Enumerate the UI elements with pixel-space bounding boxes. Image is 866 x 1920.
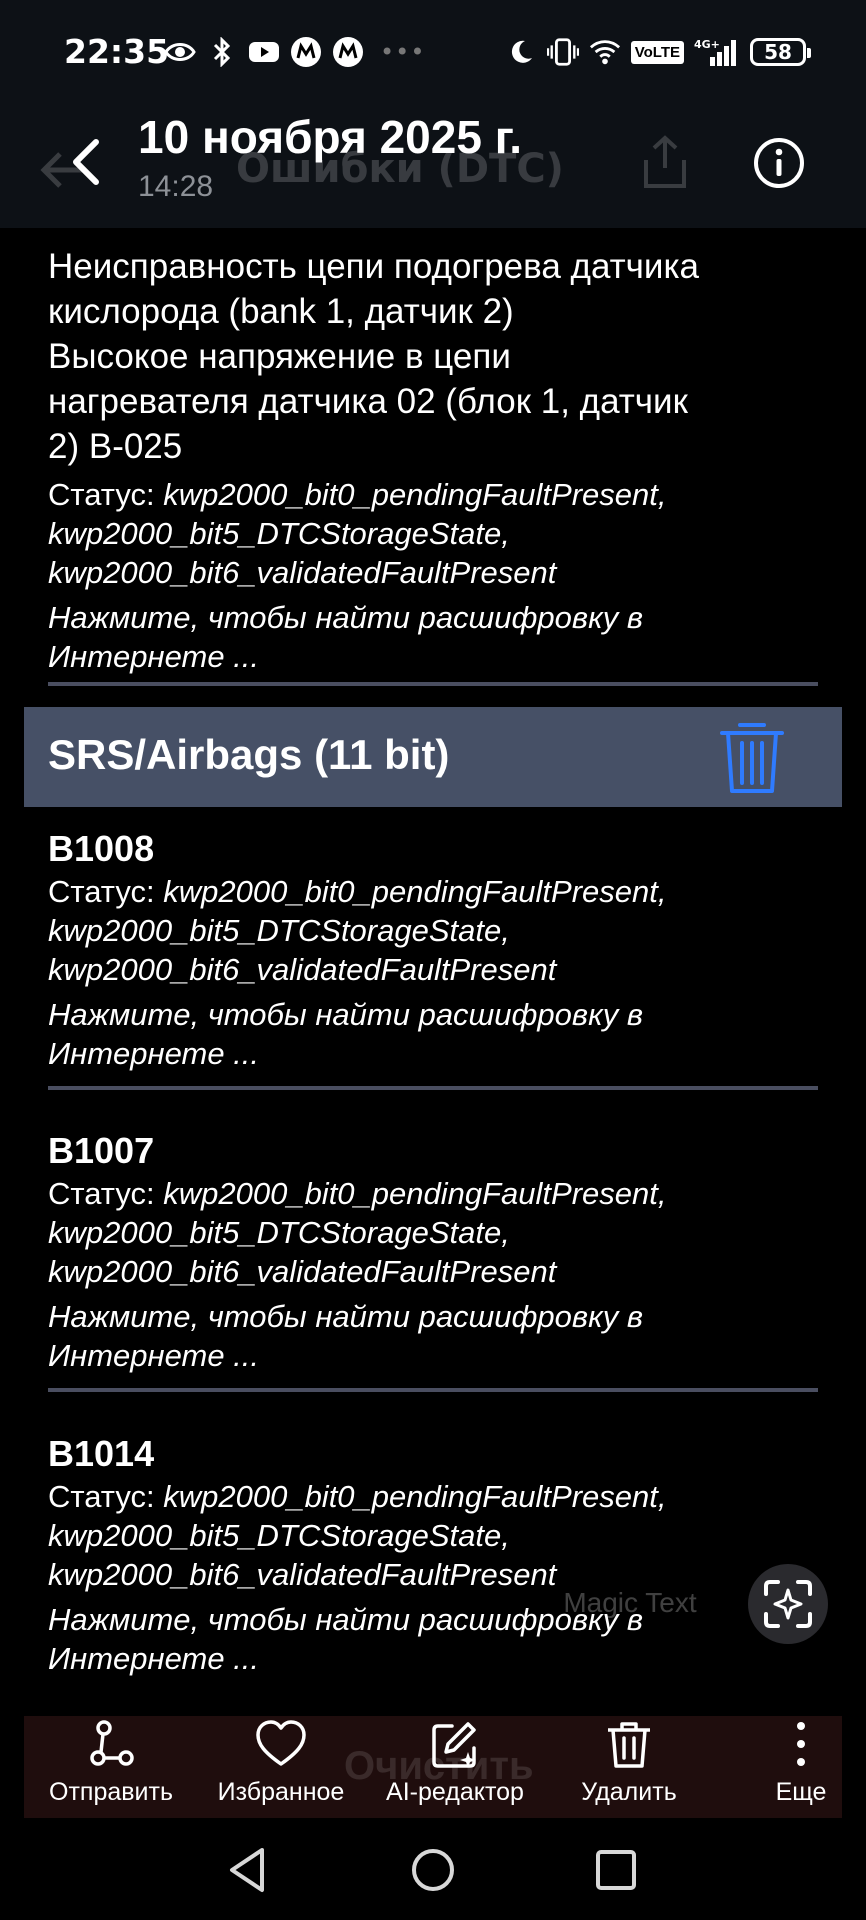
wifi-icon xyxy=(589,36,621,68)
more-notifications-icon: ••• xyxy=(380,38,426,66)
ghost-share-icon xyxy=(644,135,686,188)
system-nav-bar xyxy=(0,1818,866,1920)
delete-button[interactable]: Удалить xyxy=(544,1716,714,1818)
m-app-icon xyxy=(290,36,322,68)
dtc-code: B1007 xyxy=(48,1130,155,1171)
magic-text-button[interactable] xyxy=(748,1564,828,1644)
trash-icon xyxy=(608,1722,650,1768)
status-left-icons: ••• xyxy=(164,36,425,68)
search-online-link[interactable]: Нажмите, чтобы найти расшифровку в Интер… xyxy=(48,995,818,1073)
more-label: Еще xyxy=(775,1778,827,1806)
ai-editor-button[interactable]: AI-редактор xyxy=(370,1716,540,1818)
section-header-srs: SRS/Airbags (11 bit) xyxy=(24,707,842,807)
chevron-left-icon xyxy=(73,139,99,185)
ai-editor-label: AI-редактор xyxy=(386,1778,524,1806)
divider xyxy=(48,682,818,686)
delete-label: Удалить xyxy=(581,1778,677,1806)
magic-text-label: Magic Text xyxy=(563,1587,697,1618)
back-button[interactable] xyxy=(58,132,118,192)
dtc-status: Статус: kwp2000_bit0_pendingFaultPresent… xyxy=(48,874,667,987)
dtc-entry[interactable]: B1014 Статус: kwp2000_bit0_pendingFaultP… xyxy=(48,1431,818,1678)
battery-icon: 58 xyxy=(750,38,811,66)
bluetooth-icon xyxy=(206,36,238,68)
dtc-list[interactable]: Неисправность цепи подогрева датчика кис… xyxy=(0,228,866,1688)
divider xyxy=(48,1086,818,1090)
app-header: Ошибки (DTC) 10 ноября 2025 г. 14:28 xyxy=(0,108,866,228)
info-button[interactable] xyxy=(752,136,806,190)
more-button[interactable]: Еще xyxy=(716,1716,866,1818)
page-subtitle-time: 14:28 xyxy=(138,170,214,203)
status-right-icons: VoLTE 4G+ 58 xyxy=(505,36,811,68)
dtc-code: B1008 xyxy=(48,828,155,869)
dtc-entry[interactable]: Неисправность цепи подогрева датчика кис… xyxy=(48,244,818,676)
eye-icon xyxy=(164,36,196,68)
clear-section-button[interactable] xyxy=(714,717,790,797)
dtc-status: Статус: kwp2000_bit0_pendingFaultPresent… xyxy=(48,477,667,590)
dtc-status: Статус: kwp2000_bit0_pendingFaultPresent… xyxy=(48,1176,667,1289)
status-bar: 22:35 ••• VoLTE 4G+ 58 xyxy=(0,0,866,108)
dtc-description: Неисправность цепи подогрева датчика кис… xyxy=(48,247,700,466)
dtc-entry[interactable]: B1008 Статус: kwp2000_bit0_pendingFaultP… xyxy=(48,826,818,1073)
nav-home-icon[interactable] xyxy=(407,1844,459,1896)
signal-icon: 4G+ xyxy=(694,36,740,68)
youtube-icon xyxy=(248,36,280,68)
nav-recents-icon[interactable] xyxy=(590,1844,642,1896)
favorite-label: Избранное xyxy=(217,1778,345,1806)
favorite-button[interactable]: Избранное xyxy=(196,1716,366,1818)
info-icon xyxy=(754,138,804,188)
trash-icon xyxy=(720,723,784,793)
dtc-entry[interactable]: B1007 Статус: kwp2000_bit0_pendingFaultP… xyxy=(48,1128,818,1375)
svg-text:4G+: 4G+ xyxy=(694,38,720,51)
share-icon xyxy=(90,1720,134,1766)
vibrate-icon xyxy=(546,36,579,68)
more-vertical-icon xyxy=(797,1722,805,1766)
nav-back-icon[interactable] xyxy=(222,1844,274,1896)
divider xyxy=(48,1388,818,1392)
share-button[interactable]: Отправить xyxy=(26,1716,196,1818)
dtc-code: B1014 xyxy=(48,1433,155,1474)
search-online-link[interactable]: Нажмите, чтобы найти расшифровку в Интер… xyxy=(48,1297,818,1375)
text-scan-icon xyxy=(764,1580,812,1628)
ai-edit-icon xyxy=(432,1722,476,1768)
volte-icon: VoLTE xyxy=(630,40,684,64)
heart-icon xyxy=(256,1720,306,1766)
search-online-link[interactable]: Нажмите, чтобы найти расшифровку в Интер… xyxy=(48,598,818,676)
moon-icon xyxy=(505,36,537,68)
page-title: 10 ноября 2025 г. xyxy=(138,111,523,163)
m-app-icon xyxy=(332,36,364,68)
section-title: SRS/Airbags (11 bit) xyxy=(48,731,450,778)
bottom-toolbar: Очистить Отправить Избранное AI-редактор… xyxy=(24,1716,842,1818)
status-time: 22:35 xyxy=(64,32,170,71)
share-label: Отправить xyxy=(49,1778,173,1806)
